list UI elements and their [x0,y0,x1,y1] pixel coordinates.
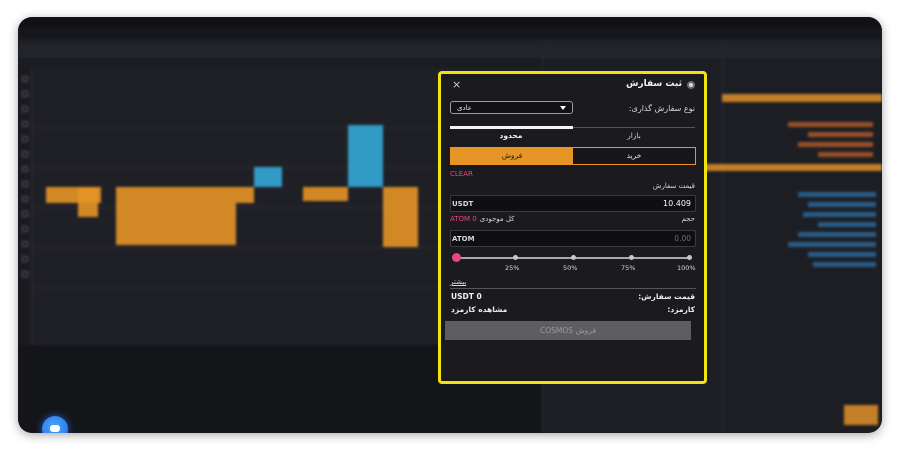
slider-handle[interactable] [452,253,461,262]
depth-chart-fill [844,405,878,425]
chart-bar [78,187,98,217]
chart-panel-header [18,43,542,57]
price-label: قیمت سفارش [652,182,695,190]
browser-top-bar [18,17,882,27]
order-type-label: نوع سفارش گذاری: [628,104,695,113]
slider-tick-label: 50% [563,264,578,272]
dialog-header: ثبت سفارش × [441,74,704,96]
sell-side-button[interactable]: فروش [451,148,573,164]
slider-step[interactable] [571,255,576,260]
chart-bar [116,187,236,245]
amount-unit: ATOM [452,234,475,243]
divider [450,288,696,289]
balance-info: کل موجودی ATOM 0 [450,215,515,223]
amount-value: 0.00 [674,234,691,243]
summary-price-value: USDT 0 [451,292,482,301]
slider-step[interactable] [513,255,518,260]
summary-price-label: قیمت سفارش: [638,292,695,301]
chart-bar [254,167,282,187]
chart-bar [383,187,418,247]
slider-tick-label: 75% [621,264,636,272]
mid-panel-header [542,43,722,57]
fee-label: کارمزد: [667,305,695,314]
tab-limit[interactable]: محدود [450,131,572,140]
submit-sell-button[interactable]: فروش COSMOS [445,321,691,340]
balance-value[interactable]: ATOM 0 [450,215,477,223]
dialog-title: ثبت سفارش [625,79,682,89]
order-type-value: عادی [457,103,472,112]
orange-strip [722,94,882,102]
more-options-link[interactable]: بیشتر [450,278,466,286]
slider-step[interactable] [629,255,634,260]
drawing-toolbar [18,67,32,357]
price-unit: USDT [452,199,474,208]
amount-input[interactable]: ATOM 0.00 [450,230,696,247]
price-value: 10.409 [663,199,691,208]
slider-tick-label: 25% [505,264,520,272]
tab-bar [18,27,882,41]
clear-button[interactable]: CLEAR [450,170,473,178]
order-status-icon [687,81,695,89]
chart-bar [236,187,254,203]
active-tab-indicator [450,126,573,129]
buy-side-button[interactable]: خرید [573,148,695,164]
slider-tick-label: 100% [677,264,696,272]
chart-bar [348,125,383,187]
tab-market[interactable]: بازار [573,131,695,140]
close-icon[interactable]: × [452,78,461,91]
volume-label: حجم [681,215,695,223]
balance-label: کل موجودی [479,215,515,223]
view-fee-link[interactable]: مشاهده کارمزد [451,305,507,314]
chevron-down-icon [560,105,566,110]
order-dialog: ثبت سفارش × نوع سفارش گذاری: عادی محدود … [438,71,707,384]
chart-bar [303,187,348,201]
slider-step[interactable] [687,255,692,260]
right-panel-header [722,43,882,57]
order-type-select[interactable]: عادی [450,101,573,114]
price-input[interactable]: USDT 10.409 [450,195,696,212]
side-toggle: فروش خرید [450,147,696,165]
